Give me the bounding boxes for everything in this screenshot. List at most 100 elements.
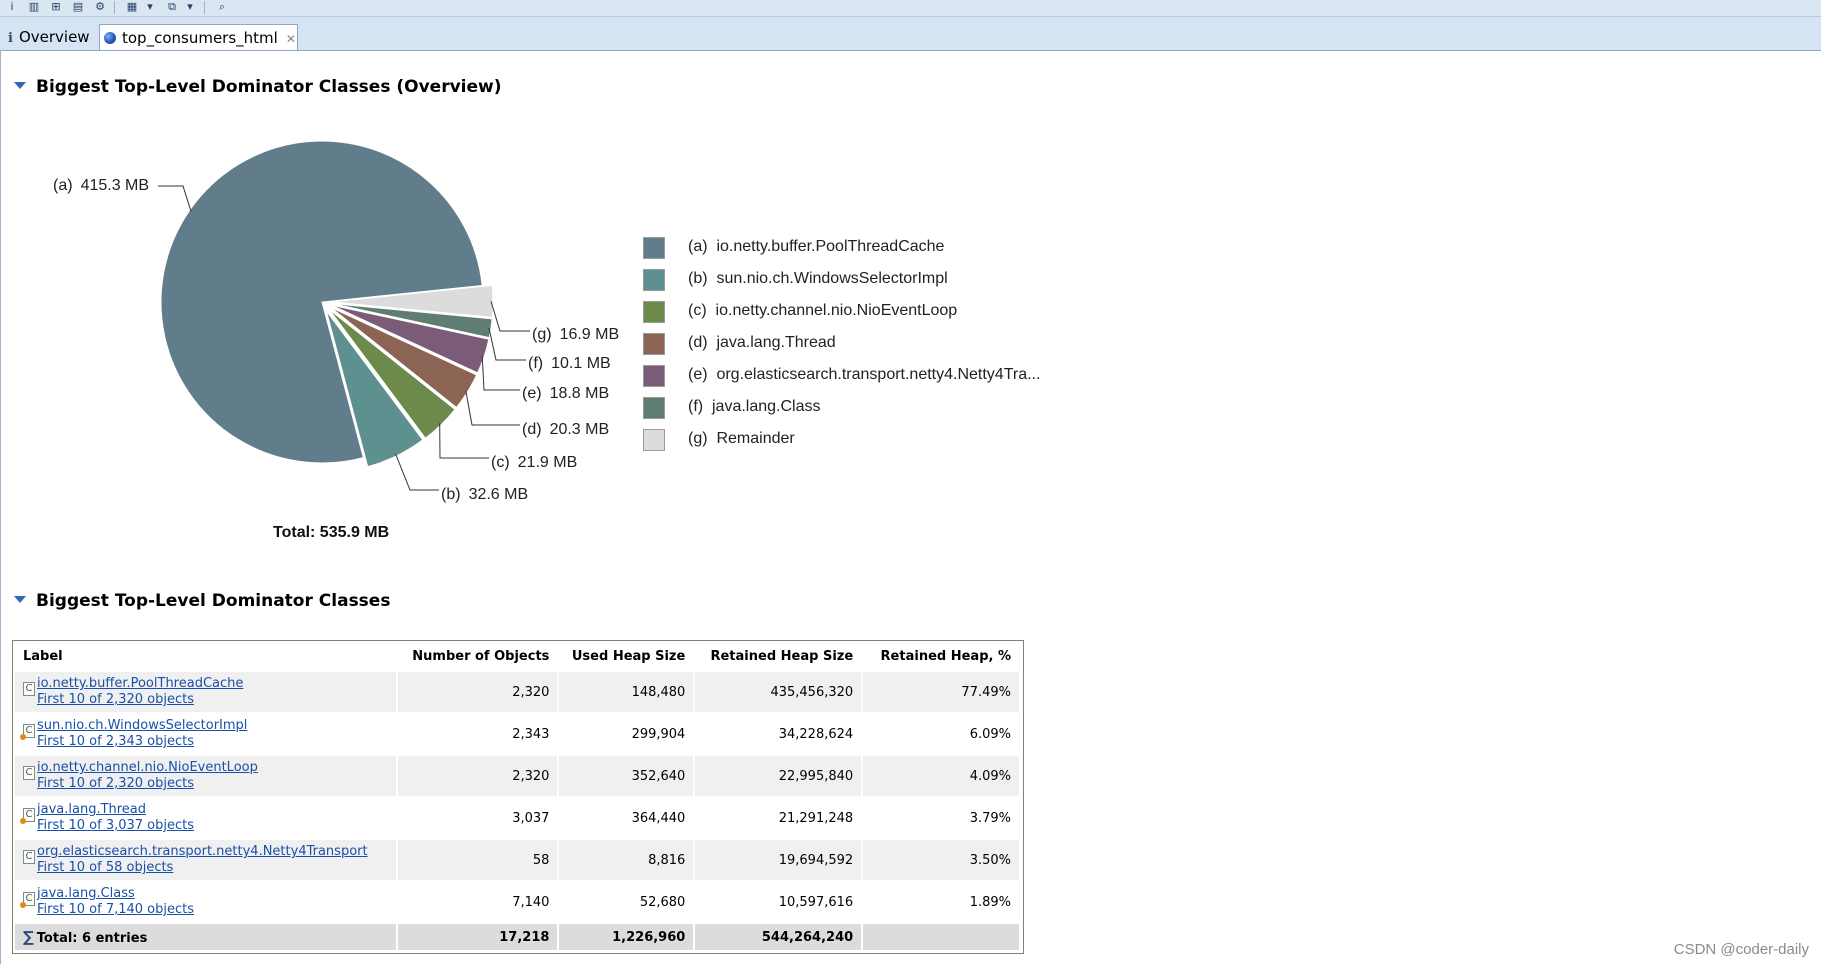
instance-dot-icon	[20, 902, 26, 908]
class-icon: C	[23, 682, 35, 696]
slice-label: (g) 16.9 MB	[532, 326, 619, 343]
total-label-cell: ∑ Total: 6 entries	[15, 924, 396, 950]
class-link[interactable]: sun.nio.ch.WindowsSelectorImpl	[37, 718, 247, 733]
tab-overview[interactable]: i Overview	[0, 24, 97, 50]
editor-tab-bar: i Overview top_consumers_html ✕	[0, 17, 1821, 51]
settings-icon[interactable]: ⚙	[92, 0, 108, 14]
retained-pct-cell: 3.79%	[863, 798, 1019, 838]
tab-label: top_consumers_html	[122, 29, 278, 47]
column-header-retained-pct[interactable]: Retained Heap, %	[863, 643, 1019, 670]
legend-swatch	[643, 301, 665, 323]
legend-key: (f)	[688, 398, 704, 415]
leader-line	[395, 453, 439, 491]
retained-heap-cell: 435,456,320	[695, 672, 862, 712]
class-icon: C	[23, 850, 35, 864]
objects-link[interactable]: First 10 of 2,320 objects	[37, 692, 194, 707]
dropdown-icon[interactable]: ▾	[182, 0, 198, 14]
instance-dot-icon	[20, 734, 26, 740]
legend-key: (d)	[688, 334, 708, 351]
table-row[interactable]: Cio.netty.buffer.PoolThreadCache First 10…	[15, 672, 1019, 712]
collapse-triangle-icon[interactable]	[14, 596, 26, 603]
used-heap-cell: 8,816	[559, 840, 694, 880]
slice-key: (g)	[532, 326, 552, 343]
leader-line	[481, 355, 520, 391]
chart-total-label: Total: 535.9 MB	[273, 524, 390, 541]
legend-key: (c)	[688, 302, 707, 319]
objects-link[interactable]: First 10 of 7,140 objects	[37, 902, 194, 917]
class-icon: C	[20, 892, 35, 908]
table-row[interactable]: Corg.elasticsearch.transport.netty4.Nett…	[15, 840, 1019, 880]
total-used-heap: 1,226,960	[559, 924, 694, 950]
instance-dot-icon	[20, 818, 26, 824]
objects-cell: 58	[397, 840, 558, 880]
label-cell: Csun.nio.ch.WindowsSelectorImpl First 10 …	[15, 714, 396, 754]
dropdown-icon[interactable]: ▾	[142, 0, 158, 14]
class-link[interactable]: java.lang.Class	[37, 886, 135, 901]
tab-label: Overview	[18, 28, 90, 46]
legend-name: io.netty.channel.nio.NioEventLoop	[715, 302, 958, 319]
class-link[interactable]: org.elasticsearch.transport.netty4.Netty…	[37, 844, 368, 859]
heap-dump-overview-icon[interactable]: ⧉	[164, 0, 180, 14]
label-cell: Corg.elasticsearch.transport.netty4.Nett…	[15, 840, 396, 880]
collapse-triangle-icon[interactable]	[14, 82, 26, 89]
legend-label: (d) java.lang.Thread	[688, 334, 836, 352]
objects-cell: 3,037	[397, 798, 558, 838]
close-icon[interactable]: ✕	[286, 32, 296, 46]
info-icon[interactable]: i	[4, 0, 20, 14]
section-header-overview[interactable]: Biggest Top-Level Dominator Classes (Ove…	[14, 77, 502, 97]
slice-value: 415.3 MB	[81, 177, 149, 194]
legend-name: io.netty.buffer.PoolThreadCache	[716, 238, 945, 255]
label-cell: Cjava.lang.Thread First 10 of 3,037 objec…	[15, 798, 396, 838]
oql-icon[interactable]: ▤	[70, 0, 86, 14]
class-link[interactable]: io.netty.buffer.PoolThreadCache	[37, 676, 243, 691]
table-row[interactable]: Cio.netty.channel.nio.NioEventLoop First …	[15, 756, 1019, 796]
class-icon: C	[20, 808, 35, 824]
leader-line	[490, 301, 530, 332]
table-total-row: ∑ Total: 6 entries 17,218 1,226,960 544,2…	[15, 924, 1019, 950]
slice-value: 20.3 MB	[550, 421, 610, 438]
toolbar-separator	[204, 1, 205, 14]
section-title: Biggest Top-Level Dominator Classes (Ove…	[36, 77, 502, 97]
section-header-table[interactable]: Biggest Top-Level Dominator Classes	[14, 591, 390, 611]
legend-label: (f) java.lang.Class	[688, 398, 821, 416]
class-link[interactable]: io.netty.channel.nio.NioEventLoop	[37, 760, 258, 775]
column-header-retained-heap[interactable]: Retained Heap Size	[695, 643, 862, 670]
slice-label: (c) 21.9 MB	[491, 454, 577, 471]
used-heap-cell: 52,680	[559, 882, 694, 922]
tab-top-consumers-html[interactable]: top_consumers_html ✕	[99, 24, 298, 50]
table-header-row: Label Number of Objects Used Heap Size R…	[15, 643, 1019, 670]
table-row[interactable]: Cjava.lang.Thread First 10 of 3,037 objec…	[15, 798, 1019, 838]
legend-label: (c) io.netty.channel.nio.NioEventLoop	[688, 302, 957, 320]
legend-swatch	[643, 365, 665, 387]
class-link[interactable]: java.lang.Thread	[37, 802, 146, 817]
slice-value: 10.1 MB	[551, 355, 611, 372]
table-row[interactable]: Csun.nio.ch.WindowsSelectorImpl First 10 …	[15, 714, 1019, 754]
objects-link[interactable]: First 10 of 2,343 objects	[37, 734, 194, 749]
total-label: Total: 6 entries	[36, 931, 148, 946]
class-icon: C	[20, 724, 35, 740]
legend-swatch	[643, 429, 665, 451]
retained-pct-cell: 1.89%	[863, 882, 1019, 922]
leader-line	[488, 327, 526, 361]
leader-line	[158, 185, 192, 212]
column-header-objects[interactable]: Number of Objects	[397, 643, 558, 670]
objects-link[interactable]: First 10 of 58 objects	[37, 860, 173, 875]
objects-link[interactable]: First 10 of 3,037 objects	[37, 818, 194, 833]
column-header-label[interactable]: Label	[15, 643, 396, 670]
total-retained-pct	[863, 924, 1019, 950]
dominator-tree-icon[interactable]: ⊞	[48, 0, 64, 14]
slice-key: (c)	[491, 454, 510, 471]
query-browser-icon[interactable]: ▦	[124, 0, 140, 14]
histogram-icon[interactable]: ▥	[26, 0, 42, 14]
globe-icon	[104, 32, 116, 44]
legend-swatch	[643, 333, 665, 355]
objects-link[interactable]: First 10 of 2,320 objects	[37, 776, 194, 791]
legend-name: sun.nio.ch.WindowsSelectorImpl	[716, 270, 948, 287]
search-icon[interactable]: ⌕	[214, 0, 230, 14]
sum-icon: ∑	[23, 928, 34, 946]
table-row[interactable]: Cjava.lang.Class First 10 of 7,140 object…	[15, 882, 1019, 922]
legend-label: (g) Remainder	[688, 430, 795, 448]
objects-cell: 2,320	[397, 756, 558, 796]
section-title: Biggest Top-Level Dominator Classes	[36, 591, 391, 611]
column-header-used-heap[interactable]: Used Heap Size	[559, 643, 694, 670]
